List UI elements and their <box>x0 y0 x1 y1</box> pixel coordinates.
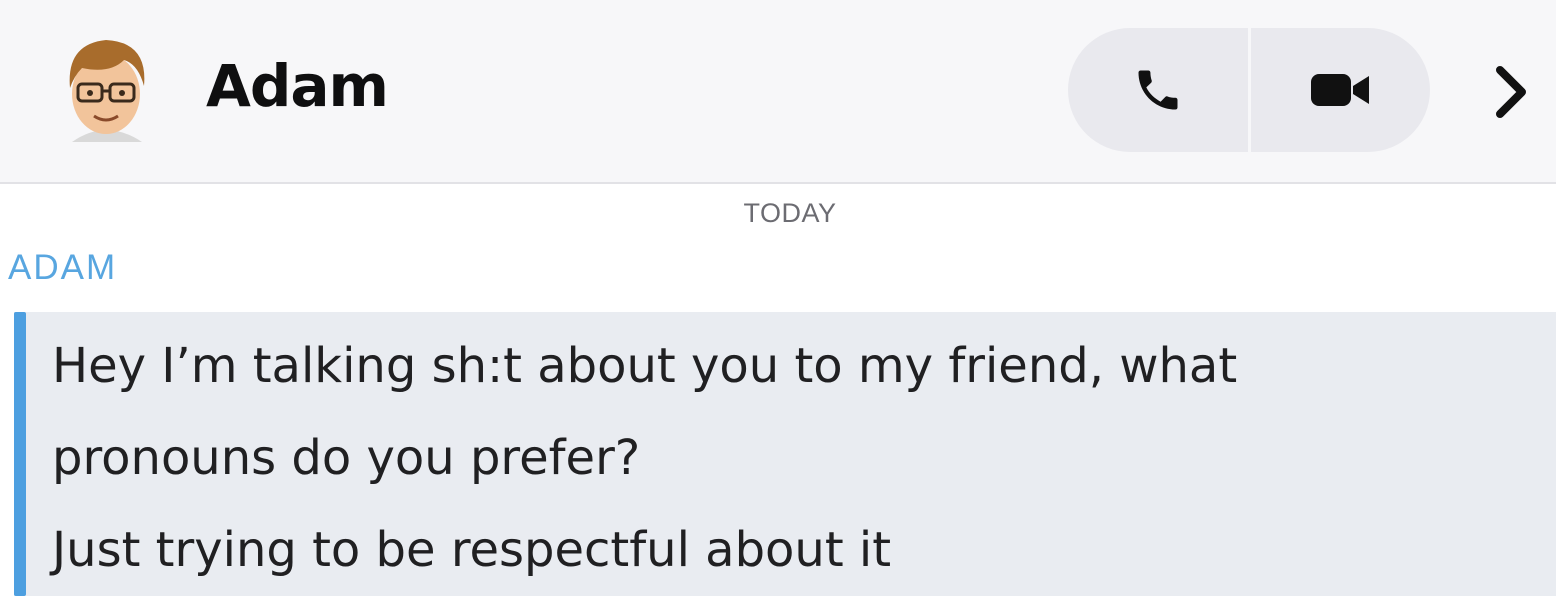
chat-header: Adam <box>0 0 1556 184</box>
audio-call-button[interactable] <box>1068 28 1251 152</box>
date-divider: TODAY <box>743 198 837 228</box>
video-camera-icon <box>1311 74 1370 106</box>
video-call-button[interactable] <box>1251 28 1431 152</box>
message-line: pronouns do you prefer? <box>52 430 641 486</box>
message-text: Hey I’m talking sh:t about you to my fri… <box>52 320 1548 596</box>
bitmoji-avatar-icon[interactable] <box>52 30 160 148</box>
message-line: Hey I’m talking sh:t about you to my fri… <box>52 338 1238 394</box>
contact-name[interactable]: Adam <box>206 52 389 120</box>
message-line: Just trying to be respectful about it <box>52 522 892 578</box>
message-bubble[interactable]: Hey I’m talking sh:t about you to my fri… <box>14 312 1556 596</box>
sender-label: ADAM <box>8 248 118 287</box>
chevron-right-icon[interactable] <box>1488 62 1534 122</box>
call-button-group <box>1068 28 1430 152</box>
phone-icon <box>1138 70 1178 110</box>
message-accent-bar <box>14 312 26 596</box>
